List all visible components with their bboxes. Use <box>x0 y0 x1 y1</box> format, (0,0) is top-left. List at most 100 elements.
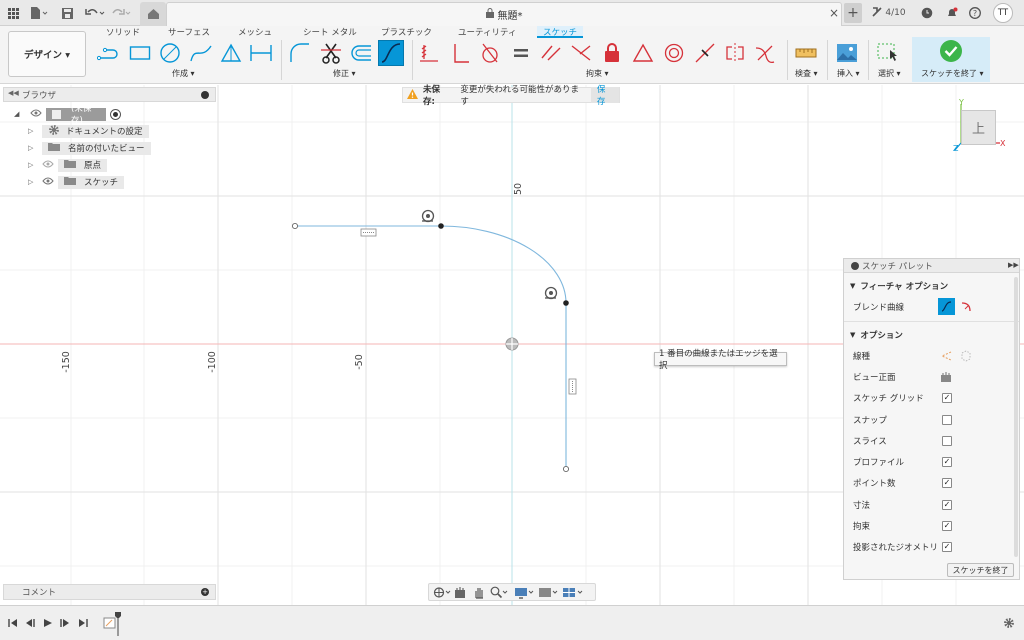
expand-caret-icon[interactable]: ▷ <box>28 161 42 169</box>
step-forward-icon[interactable] <box>60 618 70 631</box>
finish-checkmark-icon[interactable] <box>940 40 962 62</box>
equal-constraint-icon[interactable] <box>508 40 534 66</box>
timeline-settings-gear-icon[interactable] <box>1003 617 1015 632</box>
dimensions-checkbox[interactable]: ✓ <box>942 500 952 510</box>
feature-options-section[interactable]: ▼ フィーチャ オプション <box>850 279 948 293</box>
document-root-label[interactable]: (未保存) <box>46 104 106 126</box>
select-window-icon[interactable] <box>875 40 901 66</box>
expand-palette-icon[interactable]: ▶▶ <box>1008 261 1019 269</box>
fix-lock-icon[interactable] <box>599 40 625 66</box>
sketch-grid-checkbox[interactable]: ✓ <box>942 393 952 403</box>
redo-icon[interactable] <box>110 4 132 22</box>
new-tab-icon[interactable]: + <box>844 3 862 23</box>
collapse-panel-icon[interactable]: ◀◀ <box>8 89 19 97</box>
constraints-menu[interactable]: 拘束 ▾ <box>586 68 609 79</box>
palette-header[interactable]: スケッチ パレット ▶▶ <box>844 259 1019 273</box>
viewports-icon[interactable] <box>562 586 584 602</box>
snap-checkbox[interactable] <box>942 415 952 425</box>
construction-line-icon[interactable] <box>940 350 952 362</box>
finish-sketch-button[interactable]: スケッチを終了 <box>947 563 1014 577</box>
options-section[interactable]: ▼ オプション <box>850 328 903 342</box>
browser-item-named-views[interactable]: ▷ 名前の付いたビュー <box>28 141 151 155</box>
expand-caret-icon[interactable]: ◢ <box>14 110 26 118</box>
visibility-eye-icon[interactable] <box>30 109 42 120</box>
triangle-tool-icon[interactable] <box>218 40 244 66</box>
tab-utilities[interactable]: ユーティリティ <box>458 26 516 38</box>
rectangle-tool-icon[interactable] <box>127 40 153 66</box>
circle-tool-icon[interactable] <box>157 40 183 66</box>
offset-tool-icon[interactable] <box>348 40 374 66</box>
expand-caret-icon[interactable]: ▷ <box>28 144 42 152</box>
display-settings-icon[interactable] <box>514 586 534 602</box>
perpendicular-constraint-icon[interactable] <box>447 40 473 66</box>
comments-panel[interactable]: コメント + <box>3 584 216 600</box>
tab-sketch[interactable]: スケッチ <box>537 26 584 38</box>
blend-curve-g2-option-icon[interactable] <box>960 300 974 314</box>
go-to-start-icon[interactable] <box>8 618 18 631</box>
workspace-switcher-button[interactable]: デザイン ▾ <box>8 31 86 77</box>
curvature-constraint-icon[interactable] <box>752 40 778 66</box>
create-menu[interactable]: 作成 ▾ <box>172 68 195 79</box>
inspect-ruler-icon[interactable] <box>793 40 819 66</box>
file-menu-icon[interactable] <box>28 4 50 22</box>
line-tool-icon[interactable] <box>96 40 122 66</box>
job-status[interactable]: 4/10 <box>869 4 909 22</box>
step-back-icon[interactable] <box>25 618 35 631</box>
tab-plastic[interactable]: プラスチック <box>381 26 432 38</box>
browser-item-sketches[interactable]: ▷ スケッチ <box>28 175 125 189</box>
palette-close-icon[interactable] <box>851 262 859 270</box>
pan-hand-icon[interactable] <box>473 586 485 602</box>
tab-sheet-metal[interactable]: シート メタル <box>303 26 357 38</box>
profile-checkbox[interactable]: ✓ <box>942 457 952 467</box>
tangent-constraint-icon[interactable] <box>477 40 503 66</box>
insert-image-icon[interactable] <box>834 40 860 66</box>
visibility-eye-icon[interactable] <box>42 177 54 188</box>
save-link-button[interactable]: 保存 <box>590 85 619 107</box>
hidden-eye-icon[interactable] <box>42 160 54 171</box>
play-icon[interactable] <box>43 618 53 631</box>
add-comment-icon[interactable]: + <box>201 588 209 596</box>
constraints-checkbox[interactable]: ✓ <box>942 521 952 531</box>
close-tab-icon[interactable]: × <box>828 4 840 22</box>
tab-mesh[interactable]: メッシュ <box>238 26 272 38</box>
zoom-icon[interactable] <box>490 586 508 602</box>
expand-caret-icon[interactable]: ▷ <box>28 127 42 135</box>
select-menu[interactable]: 選択 ▾ <box>878 68 901 79</box>
viewcube[interactable]: 上 Y X Z <box>950 98 1010 158</box>
grid-settings-icon[interactable] <box>538 586 558 602</box>
sketch-geometry[interactable] <box>291 222 570 473</box>
viewcube-top-face[interactable]: 上 <box>961 110 996 145</box>
home-icon[interactable] <box>140 2 166 26</box>
blend-curve-tool-icon[interactable] <box>378 40 404 66</box>
coincident-constraint-icon[interactable] <box>416 40 442 66</box>
tab-surface[interactable]: サーフェス <box>168 26 210 38</box>
trim-scissors-icon[interactable] <box>318 40 344 66</box>
triangle-constraint-icon[interactable] <box>630 40 656 66</box>
concentric-constraint-icon[interactable] <box>661 40 687 66</box>
look-at-icon[interactable] <box>940 371 952 383</box>
app-grid-icon[interactable] <box>6 4 20 22</box>
symmetry-constraint-icon[interactable] <box>722 40 748 66</box>
pan-camera-icon[interactable] <box>454 586 466 602</box>
active-radio-icon[interactable] <box>110 108 121 120</box>
browser-root-item[interactable]: ◢ (未保存) <box>14 104 121 126</box>
inspect-menu[interactable]: 検査 ▾ <box>795 68 818 79</box>
browser-options-icon[interactable] <box>201 91 209 99</box>
timeline-marker-handle[interactable] <box>115 612 121 636</box>
browser-item-origin[interactable]: ▷ 原点 <box>28 158 108 172</box>
go-to-end-icon[interactable] <box>78 618 88 631</box>
insert-menu[interactable]: 挿入 ▾ <box>837 68 860 79</box>
blend-curve-g1-option-icon[interactable] <box>938 298 955 315</box>
fillet-tool-icon[interactable] <box>287 40 313 66</box>
document-tab[interactable]: 無題* <box>166 2 842 26</box>
clock-icon[interactable] <box>920 4 934 22</box>
undo-icon[interactable] <box>84 4 106 22</box>
projected-geometry-checkbox[interactable]: ✓ <box>942 542 952 552</box>
palette-scrollbar[interactable] <box>1014 277 1018 557</box>
collinear-constraint-icon[interactable] <box>568 40 594 66</box>
dimension-tool-icon[interactable] <box>248 40 274 66</box>
browser-panel-header[interactable]: ◀◀ ブラウザ <box>3 87 216 102</box>
finish-sketch-menu[interactable]: スケッチを終了 ▾ <box>921 68 984 79</box>
parallel-constraint-icon[interactable] <box>538 40 564 66</box>
save-icon[interactable] <box>60 4 74 22</box>
